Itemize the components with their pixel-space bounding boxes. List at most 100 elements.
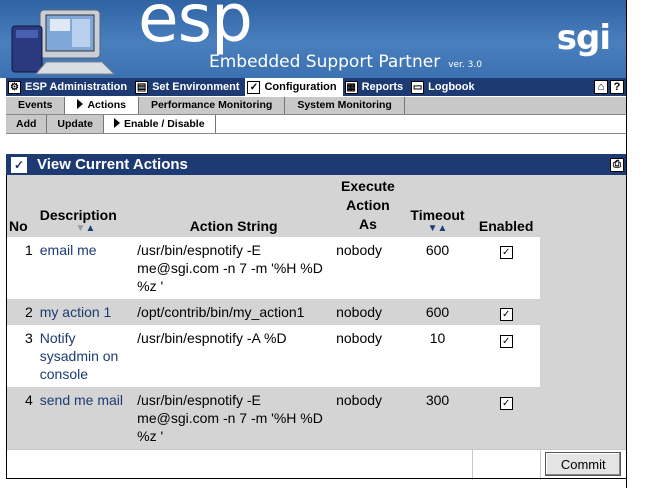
tab-label: Actions <box>87 99 126 111</box>
header-blank <box>540 175 626 237</box>
table-row: 3 Notify sysadmin on console /usr/bin/es… <box>6 325 626 388</box>
row-timeout: 10 <box>402 325 473 388</box>
nav-reports[interactable]: ▦ Reports <box>343 78 410 96</box>
row-blank <box>540 387 626 450</box>
sgi-logo: sgi <box>556 18 611 58</box>
enabled-checkbox[interactable]: ✓ <box>499 308 513 322</box>
row-number: 3 <box>6 325 37 388</box>
header-label: No <box>9 218 28 234</box>
enabled-checkbox[interactable]: ✓ <box>499 246 513 260</box>
footer-commit-cell: Commit <box>540 449 626 481</box>
panel-left-border <box>6 175 7 478</box>
tab-events[interactable]: Events <box>6 97 66 114</box>
nav-logbook[interactable]: ▭ Logbook <box>409 78 480 96</box>
row-timeout: 600 <box>402 237 473 299</box>
table-header-row: No Description ▼▲ Action String Execute … <box>6 175 626 237</box>
nav-label: ESP Administration <box>25 81 128 93</box>
header-label: Enabled <box>478 218 534 234</box>
row-action-string: /usr/bin/espnotify -E me@sgi.com -n 7 -m… <box>134 237 334 299</box>
triangle-right-icon <box>77 99 84 109</box>
header-action-string: Action String <box>134 175 334 237</box>
header-timeout: Timeout ▼▲ <box>402 175 473 237</box>
tab-add[interactable]: Add <box>6 115 48 133</box>
table-row: 2 my action 1 /opt/contrib/bin/my_action… <box>6 299 626 326</box>
tab-actions[interactable]: Actions <box>65 97 139 114</box>
table-row: 1 email me /usr/bin/espnotify -E me@sgi.… <box>6 237 626 299</box>
header-banner: esp Embedded Support Partner ver. 3.0 sgi <box>0 0 626 78</box>
row-action-string: /opt/contrib/bin/my_action1 <box>134 299 334 326</box>
row-enabled: ✓ <box>472 299 541 326</box>
description-link[interactable]: send me mail <box>40 392 123 408</box>
frame-divider <box>626 0 627 488</box>
sub-nav: Events Actions Performance Monitoring Sy… <box>6 97 626 115</box>
sort-arrows: ▼▲ <box>406 224 470 234</box>
row-number: 2 <box>6 299 37 326</box>
nav-label: Configuration <box>264 81 337 93</box>
help-icon[interactable]: ? <box>610 80 624 94</box>
nav-set-environment[interactable]: ▤ Set Environment <box>133 78 245 96</box>
header-label: Action String <box>189 218 278 234</box>
row-timeout: 300 <box>402 387 473 450</box>
header-label: Action <box>346 197 390 213</box>
row-blank <box>540 325 626 388</box>
row-execute-as: nobody <box>333 387 403 450</box>
tab-label: Add <box>16 118 37 130</box>
sort-descending-icon[interactable]: ▼ <box>76 223 86 234</box>
tab-system-monitoring[interactable]: System Monitoring <box>285 97 405 114</box>
admin-icon: ⚙ <box>8 80 21 94</box>
footer-blank <box>472 449 541 481</box>
triangle-right-icon <box>114 118 121 128</box>
row-execute-as: nobody <box>333 325 403 388</box>
header-execute-as: Execute Action As <box>333 175 403 237</box>
nav-configuration[interactable]: ✓ Configuration <box>245 78 343 96</box>
tab-label: Enable / Disable <box>124 118 205 130</box>
action-sub-nav: Add Update Enable / Disable <box>6 115 626 134</box>
checkmark-icon: ✓ <box>11 156 27 173</box>
nav-label: Set Environment <box>152 81 240 93</box>
commit-button[interactable]: Commit <box>545 452 622 477</box>
header-label: Description <box>39 207 117 223</box>
panel-title: View Current Actions <box>37 156 188 173</box>
tab-enable-disable[interactable]: Enable / Disable <box>104 115 216 133</box>
row-enabled: ✓ <box>472 237 541 299</box>
nav-label: Logbook <box>428 81 475 93</box>
sort-ascending-icon[interactable]: ▲ <box>85 223 95 234</box>
enabled-checkbox[interactable]: ✓ <box>499 334 513 348</box>
nav-esp-administration[interactable]: ⚙ ESP Administration <box>6 78 133 96</box>
row-description: email me <box>36 237 135 299</box>
row-timeout: 600 <box>402 299 473 326</box>
row-enabled: ✓ <box>472 387 541 450</box>
tab-update[interactable]: Update <box>47 115 105 133</box>
tab-label: System Monitoring <box>297 99 392 111</box>
tab-label: Performance Monitoring <box>150 99 273 111</box>
enabled-checkbox[interactable]: ✓ <box>499 396 513 410</box>
tab-performance-monitoring[interactable]: Performance Monitoring <box>139 97 286 114</box>
row-number: 1 <box>6 237 37 299</box>
home-icon[interactable]: ⌂ <box>594 80 608 94</box>
row-action-string: /usr/bin/espnotify -E me@sgi.com -n 7 -m… <box>134 387 334 450</box>
sort-arrows: ▼▲ <box>40 224 131 234</box>
header-label: Timeout <box>410 207 465 223</box>
version-label: ver. 3.0 <box>448 60 482 70</box>
sort-descending-icon[interactable]: ▼ <box>428 223 438 234</box>
description-link[interactable]: my action 1 <box>40 304 112 320</box>
panel-header: ✓ View Current Actions ⎙ <box>6 154 626 175</box>
description-link[interactable]: email me <box>40 242 97 258</box>
print-icon[interactable]: ⎙ <box>610 157 624 172</box>
description-link[interactable]: Notify sysadmin on console <box>40 330 119 382</box>
panel-bottom-border <box>6 478 626 479</box>
sort-ascending-icon[interactable]: ▲ <box>438 223 448 234</box>
header-label: Execute <box>341 178 395 194</box>
table-footer-row: Commit <box>6 449 626 481</box>
product-subtitle: Embedded Support Partner ver. 3.0 <box>209 52 482 72</box>
tab-label: Events <box>18 99 53 111</box>
row-description: Notify sysadmin on console <box>36 325 135 388</box>
row-description: my action 1 <box>36 299 135 326</box>
row-number: 4 <box>6 387 37 450</box>
environment-icon: ▤ <box>135 80 149 94</box>
checkmark-icon: ✓ <box>247 80 261 94</box>
header-description: Description ▼▲ <box>36 175 135 237</box>
esp-logo: esp <box>138 0 253 57</box>
actions-table: No Description ▼▲ Action String Execute … <box>6 175 626 481</box>
computer-icon <box>11 9 116 75</box>
